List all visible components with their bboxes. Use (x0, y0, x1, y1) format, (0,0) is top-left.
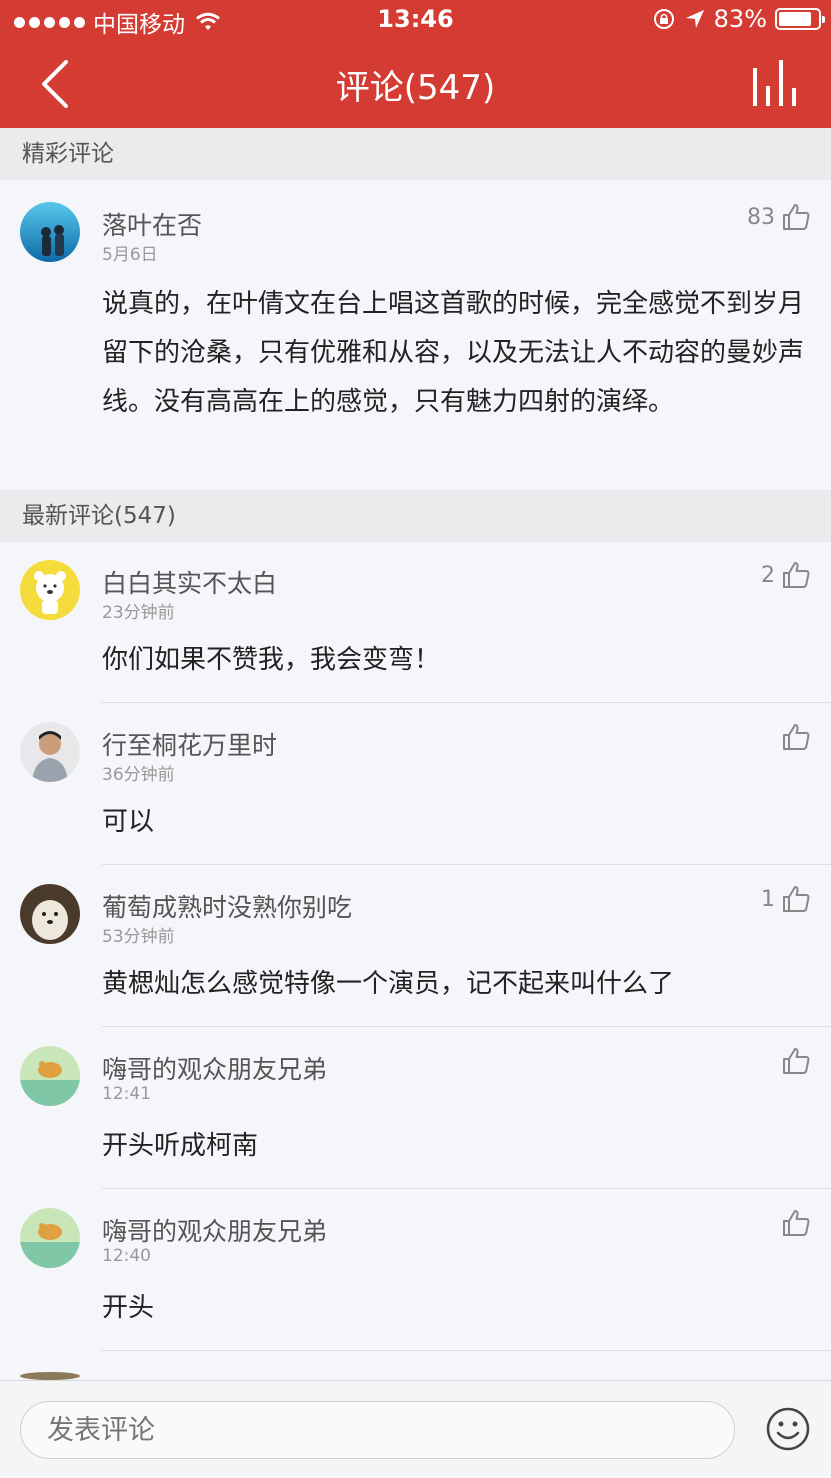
like-count: 83 (747, 204, 775, 230)
like-button[interactable]: 83 (747, 202, 811, 232)
top-bar: 中国移动 13:46 83% 评论(547) (0, 0, 831, 128)
comment-time: 23分钟前 (102, 603, 175, 623)
battery-icon (775, 8, 825, 30)
like-button[interactable] (775, 722, 811, 752)
chart-bars-icon[interactable] (751, 58, 799, 108)
thumbs-up-icon (783, 724, 810, 750)
comment-username[interactable]: 嗨哥的观众朋友兄弟 (102, 1050, 327, 1086)
comment-username[interactable]: 白白其实不太白 (102, 564, 277, 600)
comment-time: 53分钟前 (102, 927, 175, 947)
divider (102, 702, 831, 703)
comment-text: 你们如果不赞我，我会变弯！ (102, 645, 441, 675)
comment-text: 可以 (102, 807, 155, 837)
comment-text: 开头听成柯南 (102, 1131, 259, 1161)
list-item[interactable]: 嗨哥的观众朋友兄弟 12:40 开头 (0, 1190, 831, 1350)
status-bar: 中国移动 13:46 83% (0, 0, 831, 40)
bottom-bar (0, 1380, 831, 1478)
like-button[interactable] (775, 1208, 811, 1238)
divider (102, 1026, 831, 1027)
comment-time: 12:41 (102, 1084, 151, 1104)
battery-percent: 83% (713, 5, 767, 33)
latest-comments-list: 白白其实不太白 23分钟前 2 你们如果不赞我，我会变弯！ 行至桐花万里时 36… (0, 542, 831, 1380)
lock-rotation-icon (653, 9, 674, 29)
thumbs-up-icon (783, 204, 810, 230)
comment-time: 5月6日 (102, 245, 158, 265)
location-arrow-icon (685, 10, 704, 28)
featured-section-header: 精彩评论 (0, 128, 831, 180)
list-item[interactable]: 白白其实不太白 23分钟前 2 你们如果不赞我，我会变弯！ (0, 542, 831, 702)
divider (102, 1188, 831, 1189)
avatar[interactable] (20, 884, 80, 944)
avatar[interactable] (20, 560, 80, 620)
avatar[interactable] (20, 202, 80, 262)
comment-username[interactable]: 嗨哥的观众朋友兄弟 (102, 1212, 327, 1248)
thumbs-up-icon (783, 1210, 810, 1236)
like-count: 2 (761, 562, 775, 588)
comment-username[interactable]: 葡萄成熟时没熟你别吃 (102, 888, 352, 924)
comment-username[interactable]: 落叶在否 (102, 206, 202, 242)
status-right: 83% (652, 5, 825, 33)
comment-time: 36分钟前 (102, 765, 175, 785)
avatar[interactable] (20, 1046, 80, 1106)
featured-comment-area: 落叶在否 5月6日 83 说真的，在叶倩文在台上唱这首歌的时候，完全感觉不到岁月… (0, 180, 831, 490)
comment-time: 12:40 (102, 1246, 151, 1266)
emoji-smile-icon[interactable] (765, 1406, 811, 1452)
thumbs-up-icon (783, 1048, 810, 1074)
list-item[interactable]: 嗨哥的观众朋友兄弟 12:41 开头听成柯南 (0, 1028, 831, 1188)
comment-username[interactable]: 行至桐花万里时 (102, 726, 277, 762)
thumbs-up-icon (783, 886, 810, 912)
divider (102, 1350, 831, 1351)
comment-input[interactable] (20, 1401, 735, 1459)
list-item[interactable]: 葡萄成熟时没熟你别吃 53分钟前 1 黄楒灿怎么感觉特像一个演员，记不起来叫什么… (0, 866, 831, 1026)
like-button[interactable] (775, 1046, 811, 1076)
like-button[interactable]: 1 (761, 884, 811, 914)
latest-section-header: 最新评论(547) (0, 490, 831, 542)
battery-fill (779, 12, 811, 26)
avatar[interactable] (20, 722, 80, 782)
like-button[interactable]: 2 (761, 560, 811, 590)
avatar[interactable] (20, 1208, 80, 1268)
avatar[interactable] (20, 1372, 80, 1380)
list-item[interactable]: 行至桐花万里时 36分钟前 可以 (0, 704, 831, 864)
page-title: 评论(547) (335, 68, 496, 108)
divider (102, 864, 831, 865)
like-count: 1 (761, 886, 775, 912)
comment-text: 开头 (102, 1293, 155, 1323)
comment-text: 说真的，在叶倩文在台上唱这首歌的时候，完全感觉不到岁月留下的沧桑，只有优雅和从容… (102, 289, 805, 417)
comment-text: 黄楒灿怎么感觉特像一个演员，记不起来叫什么了 (102, 969, 675, 999)
featured-section-title: 精彩评论 (22, 141, 114, 167)
latest-section-title: 最新评论(547) (22, 503, 176, 529)
thumbs-up-icon (783, 562, 810, 588)
